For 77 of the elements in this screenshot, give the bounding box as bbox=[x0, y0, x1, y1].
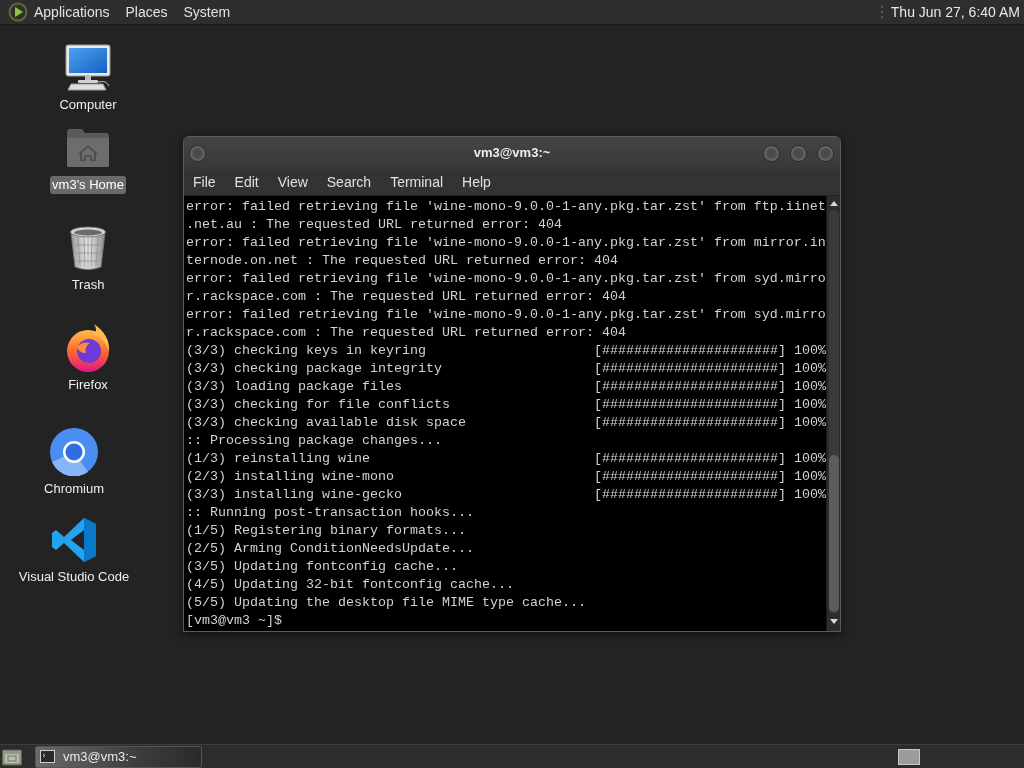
terminal-line: :: Running post-transaction hooks... bbox=[186, 505, 474, 520]
progress-percent: 100% bbox=[793, 486, 826, 504]
scrollbar-thumb[interactable] bbox=[828, 455, 839, 612]
terminal-line: ternode.on.net : The requested URL returned error: 404 bbox=[186, 253, 618, 268]
close-button[interactable] bbox=[817, 144, 834, 162]
minimize-button[interactable] bbox=[763, 144, 780, 162]
terminal-line: :: Processing package changes... bbox=[186, 433, 442, 448]
progress-percent: 100% bbox=[793, 396, 826, 414]
menu-item[interactable]: Help bbox=[453, 172, 500, 192]
progress-bar-text: [######################] bbox=[594, 360, 786, 378]
terminal-line: (3/3) checking for file conflicts bbox=[186, 397, 450, 412]
terminal-line: (3/3) loading package files bbox=[186, 379, 402, 394]
panel-menu[interactable]: Places bbox=[120, 2, 173, 22]
terminal-line: r.rackspace.com : The requested URL returned error: 404 bbox=[186, 289, 626, 304]
scrollbar[interactable] bbox=[826, 196, 840, 631]
terminal-line: [vm3@vm3 ~]$ bbox=[186, 613, 282, 628]
taskbar-button[interactable]: vm3@vm3:~ bbox=[35, 745, 202, 768]
home-folder-icon bbox=[66, 128, 110, 168]
firefox-icon bbox=[64, 323, 112, 373]
trash-can-icon bbox=[69, 225, 107, 271]
terminal-line: .net.au : The requested URL returned error: 404 bbox=[186, 217, 562, 232]
desktop-icon-label[interactable]: Trash bbox=[69, 276, 107, 294]
terminal-line: (3/3) checking available disk space bbox=[186, 415, 466, 430]
progress-percent: 100% bbox=[793, 414, 826, 432]
menu-item[interactable]: File bbox=[184, 172, 225, 192]
panel-menu[interactable]: System bbox=[178, 2, 236, 22]
terminal-line: error: failed retrieving file 'wine-mono-9.0.0-1-any.pkg.tar.zst' from syd.mirro bbox=[186, 271, 826, 286]
progress-percent: 100% bbox=[793, 378, 826, 396]
panel-menu[interactable]: Applications bbox=[29, 2, 115, 22]
menu-item[interactable]: Edit bbox=[225, 172, 268, 192]
progress-bar-text: [######################] bbox=[594, 396, 786, 414]
progress-percent: 100% bbox=[793, 342, 826, 360]
terminal-line: error: failed retrieving file 'wine-mono-9.0.0-1-any.pkg.tar.zst' from ftp.iinet bbox=[186, 199, 826, 214]
terminal-line: (4/5) Updating 32-bit fontconfig cache... bbox=[186, 577, 514, 592]
panel-clock[interactable]: Thu Jun 27, 6:40 AM bbox=[890, 2, 1020, 22]
progress-bar-text: [######################] bbox=[594, 486, 786, 504]
desktop-icon-label[interactable]: vm3's Home bbox=[50, 176, 126, 194]
terminal-line: error: failed retrieving file 'wine-mono-9.0.0-1-any.pkg.tar.zst' from syd.mirro bbox=[186, 307, 826, 322]
terminal-line: (3/3) checking package integrity bbox=[186, 361, 442, 376]
terminal-line: error: failed retrieving file 'wine-mono-9.0.0-1-any.pkg.tar.zst' from mirror.in bbox=[186, 235, 826, 250]
maximize-button[interactable] bbox=[790, 144, 807, 162]
desktop-icon-label[interactable]: Firefox bbox=[66, 376, 110, 394]
terminal-line: (3/5) Updating fontconfig cache... bbox=[186, 559, 458, 574]
menu-item[interactable]: View bbox=[268, 172, 317, 192]
progress-bar-text: [######################] bbox=[594, 468, 786, 486]
terminal-line: (3/3) installing wine-gecko bbox=[186, 487, 402, 502]
desktop-icon-label[interactable]: Chromium bbox=[42, 480, 106, 498]
computer-icon bbox=[63, 44, 113, 92]
progress-percent: 100% bbox=[793, 360, 826, 378]
show-desktop-icon[interactable] bbox=[2, 747, 22, 766]
window-menu-button[interactable] bbox=[189, 144, 206, 162]
terminal-line: (5/5) Updating the desktop file MIME type cache... bbox=[186, 595, 586, 610]
progress-percent: 100% bbox=[793, 450, 826, 468]
window-title: vm3@vm3:~ bbox=[472, 144, 552, 163]
vscode-icon bbox=[51, 517, 97, 563]
progress-bar-text: [######################] bbox=[594, 414, 786, 432]
terminal-line: (1/3) reinstalling wine bbox=[186, 451, 370, 466]
progress-percent: 100% bbox=[793, 468, 826, 486]
panel-handle-icon bbox=[879, 4, 884, 20]
terminal-line: r.rackspace.com : The requested URL returned error: 404 bbox=[186, 325, 626, 340]
terminal-line: (2/5) Arming ConditionNeedsUpdate... bbox=[186, 541, 474, 556]
menu-item[interactable]: Search bbox=[317, 172, 381, 192]
progress-bar-text: [######################] bbox=[594, 342, 786, 360]
workspace-switcher-icon[interactable] bbox=[898, 748, 920, 765]
scroll-up-arrow-icon[interactable] bbox=[829, 201, 838, 206]
terminal-line: (2/3) installing wine-mono bbox=[186, 469, 394, 484]
progress-bar-text: [######################] bbox=[594, 378, 786, 396]
chromium-icon bbox=[50, 428, 98, 476]
terminal-line: (3/3) checking keys in keyring bbox=[186, 343, 426, 358]
terminal-icon bbox=[40, 750, 55, 763]
progress-bar-text: [######################] bbox=[594, 450, 786, 468]
desktop-icon-label[interactable]: Computer bbox=[57, 96, 119, 114]
desktop-icon-label[interactable]: Visual Studio Code bbox=[16, 568, 132, 586]
app-menu-logo-icon[interactable] bbox=[8, 2, 28, 22]
terminal-line: (1/5) Registering binary formats... bbox=[186, 523, 466, 538]
menu-item[interactable]: Terminal bbox=[381, 172, 453, 192]
scroll-down-arrow-icon[interactable] bbox=[829, 619, 838, 624]
